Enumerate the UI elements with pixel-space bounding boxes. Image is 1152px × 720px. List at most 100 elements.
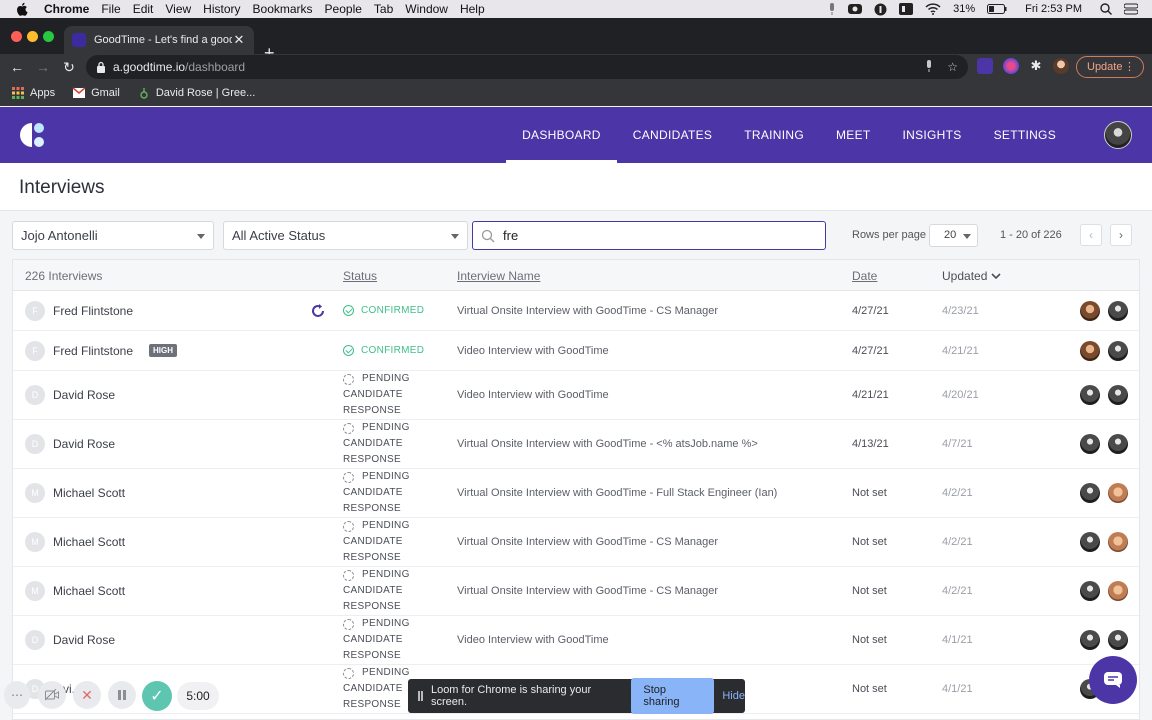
interview-name[interactable]: Virtual Onsite Interview with GoodTime -…: [457, 536, 718, 548]
apple-icon[interactable]: [16, 2, 30, 16]
control-center-icon[interactable]: [1124, 3, 1138, 15]
loom-cancel-icon[interactable]: ✕: [73, 681, 101, 709]
interviewer-avatar[interactable]: [1108, 483, 1128, 503]
browser-tab-goodtime[interactable]: GoodTime - Let's find a good t ✕: [64, 26, 254, 54]
interviewer-avatar[interactable]: [1080, 532, 1100, 552]
nav-settings[interactable]: SETTINGS: [978, 107, 1072, 163]
extensions-puzzle-icon[interactable]: ✱: [1028, 58, 1044, 74]
battery-icon[interactable]: [987, 4, 1007, 14]
column-date[interactable]: Date: [852, 269, 877, 283]
reload-icon[interactable]: ↻: [60, 58, 78, 76]
window-minimize-button[interactable]: [27, 31, 38, 42]
goodtime-extension-icon[interactable]: [977, 58, 993, 74]
interviewer-avatar[interactable]: [1108, 434, 1128, 454]
bookmark-gmail[interactable]: Gmail: [73, 87, 120, 99]
nav-candidates[interactable]: CANDIDATES: [617, 107, 728, 163]
bookmark-david-rose[interactable]: David Rose | Gree...: [138, 87, 255, 99]
menu-people[interactable]: People: [325, 2, 362, 16]
table-row[interactable]: D David Rose PENDING CANDIDATE RESPONSE Vi…: [13, 420, 1139, 469]
profile-avatar[interactable]: [1053, 58, 1069, 74]
nav-insights[interactable]: INSIGHTS: [887, 107, 978, 163]
interviewer-avatar[interactable]: [1080, 483, 1100, 503]
menu-file[interactable]: File: [101, 2, 120, 16]
interview-name[interactable]: Virtual Onsite Interview with GoodTime -…: [457, 585, 718, 597]
loom-extension-icon[interactable]: [1003, 58, 1019, 74]
table-row[interactable]: D David Rose PENDING CANDIDATE RESPONSE Vi…: [13, 616, 1139, 665]
status-filter-select[interactable]: All Active Status: [223, 221, 468, 250]
interview-name[interactable]: Virtual Onsite Interview with GoodTime -…: [457, 438, 758, 450]
screen-record-icon[interactable]: [848, 3, 863, 15]
window-close-button[interactable]: [11, 31, 22, 42]
bookmark-apps[interactable]: Apps: [12, 87, 55, 99]
candidate-name[interactable]: David Rose: [53, 633, 115, 647]
interviewer-avatar[interactable]: [1108, 581, 1128, 601]
next-page-button[interactable]: ›: [1110, 224, 1132, 246]
interviewer-avatar[interactable]: [1080, 434, 1100, 454]
column-status[interactable]: Status: [343, 269, 377, 283]
clock[interactable]: Fri 2:53 PM: [1025, 3, 1082, 15]
display-icon[interactable]: [899, 3, 914, 15]
voice-search-icon[interactable]: [925, 59, 933, 75]
candidate-name[interactable]: Fred Flintstone: [53, 304, 133, 318]
candidate-name[interactable]: Michael Scott: [53, 584, 125, 598]
user-avatar[interactable]: [1104, 121, 1132, 149]
interviewer-avatar[interactable]: [1108, 630, 1128, 650]
interviewer-avatar[interactable]: [1108, 341, 1128, 361]
menu-tab[interactable]: Tab: [374, 2, 393, 16]
microphone-icon[interactable]: [828, 3, 836, 15]
spotlight-search-icon[interactable]: [1100, 3, 1112, 15]
stop-sharing-button[interactable]: Stop sharing: [631, 678, 715, 714]
candidate-name[interactable]: David Rose: [53, 437, 115, 451]
circle-menu-icon[interactable]: [874, 3, 887, 16]
menu-edit[interactable]: Edit: [133, 2, 154, 16]
interviewer-avatar[interactable]: [1108, 532, 1128, 552]
chrome-update-button[interactable]: Update ⋮: [1076, 56, 1144, 78]
nav-training[interactable]: TRAINING: [728, 107, 820, 163]
address-bar[interactable]: a.goodtime.io/dashboard ☆: [86, 55, 968, 79]
loom-more-icon[interactable]: ⋯: [4, 681, 30, 709]
interviewer-avatar[interactable]: [1080, 341, 1100, 361]
back-icon[interactable]: ←: [8, 58, 26, 76]
interviewer-avatar[interactable]: [1108, 385, 1128, 405]
table-row[interactable]: M Michael Scott PENDING CANDIDATE RESPONSE…: [13, 567, 1139, 616]
table-row[interactable]: M Michael Scott PENDING CANDIDATE RESPONSE…: [13, 469, 1139, 518]
table-row[interactable]: M Michael Scott PENDING CANDIDATE RESPONSE…: [13, 518, 1139, 567]
menu-app-chrome[interactable]: Chrome: [44, 2, 89, 16]
menu-view[interactable]: View: [165, 2, 191, 16]
nav-dashboard[interactable]: DASHBOARD: [506, 107, 617, 163]
goodtime-logo-icon[interactable]: [18, 121, 46, 149]
previous-page-button[interactable]: ‹: [1080, 224, 1102, 246]
candidate-name[interactable]: Michael Scott: [53, 486, 125, 500]
menu-bookmarks[interactable]: Bookmarks: [253, 2, 313, 16]
candidate-name[interactable]: Michael Scott: [53, 535, 125, 549]
interview-name[interactable]: Video Interview with GoodTime: [457, 389, 609, 401]
interviewer-avatar[interactable]: [1080, 581, 1100, 601]
window-zoom-button[interactable]: [43, 31, 54, 42]
forward-icon[interactable]: →: [34, 58, 52, 76]
table-row[interactable]: D David Rose PENDING CANDIDATE RESPONSE Vi…: [13, 371, 1139, 420]
menu-history[interactable]: History: [203, 2, 240, 16]
search-input[interactable]: [503, 228, 803, 243]
loom-camera-off-icon[interactable]: [38, 681, 66, 709]
rows-per-page-select[interactable]: 20: [929, 224, 978, 247]
table-row[interactable]: F Fred Flintstone HIGH CONFIRMED Video I…: [13, 331, 1139, 371]
nav-meet[interactable]: MEET: [820, 107, 887, 163]
interviewer-avatar[interactable]: [1080, 630, 1100, 650]
search-box[interactable]: [472, 221, 826, 250]
candidate-name[interactable]: David Rose: [53, 388, 115, 402]
interviewer-avatar[interactable]: [1108, 301, 1128, 321]
interviewer-avatar[interactable]: [1080, 301, 1100, 321]
menu-window[interactable]: Window: [405, 2, 448, 16]
chat-support-button[interactable]: [1089, 656, 1137, 704]
bookmark-star-icon[interactable]: ☆: [947, 60, 958, 74]
hide-sharing-bar-button[interactable]: Hide: [722, 690, 745, 702]
table-row[interactable]: F Fred Flintstone CONFIRMED Virtual Onsi…: [13, 291, 1139, 331]
interview-name[interactable]: Virtual Onsite Interview with GoodTime -…: [457, 305, 718, 317]
interview-name[interactable]: Video Interview with GoodTime: [457, 345, 609, 357]
loom-pause-icon[interactable]: [108, 681, 136, 709]
interview-name[interactable]: Virtual Onsite Interview with GoodTime -…: [457, 487, 777, 499]
loom-finish-check-icon[interactable]: ✓: [142, 681, 172, 711]
user-filter-select[interactable]: Jojo Antonelli: [12, 221, 214, 250]
interviewer-avatar[interactable]: [1080, 385, 1100, 405]
wifi-icon[interactable]: [925, 3, 941, 15]
